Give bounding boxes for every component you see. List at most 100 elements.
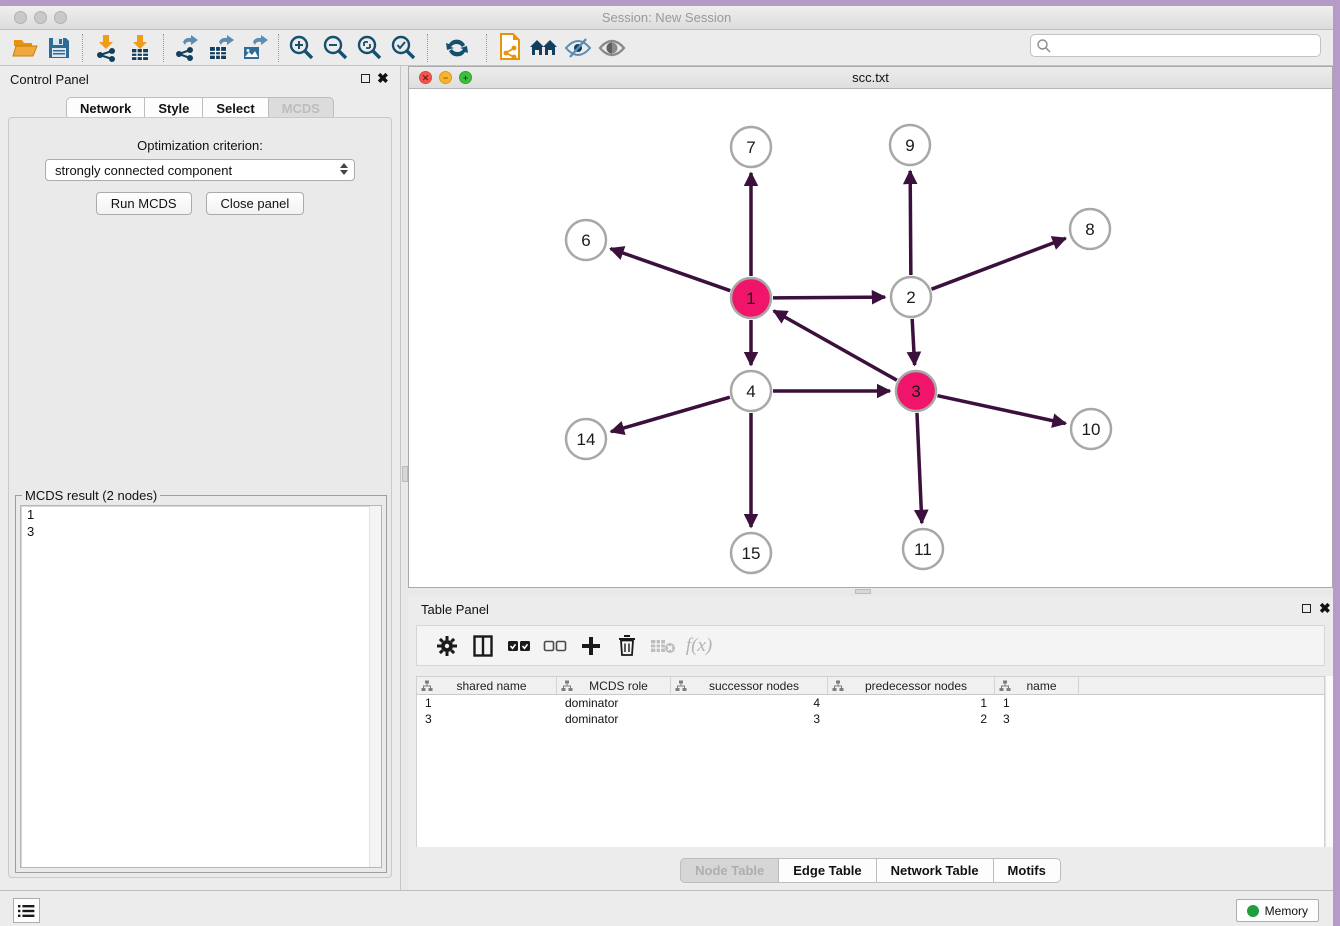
first-neighbors-icon[interactable] xyxy=(527,33,561,63)
mcds-panel: Optimization criterion: strongly connect… xyxy=(8,117,392,878)
close-panel-button[interactable]: Close panel xyxy=(206,192,305,215)
select-all-rows-icon[interactable] xyxy=(501,630,537,662)
task-history-button[interactable] xyxy=(13,898,40,923)
optimization-criterion-dropdown[interactable]: strongly connected component xyxy=(45,159,355,181)
table-toolbar: f(x) xyxy=(416,625,1325,666)
mcds-result-group: MCDS result (2 nodes) 13 xyxy=(15,495,387,873)
table-row[interactable]: 3dominator323 xyxy=(417,711,1324,727)
create-column-icon[interactable] xyxy=(573,630,609,662)
graph-node-label-6: 6 xyxy=(581,231,590,250)
import-table-icon[interactable] xyxy=(123,33,157,63)
zoom-in-icon[interactable] xyxy=(285,33,319,63)
status-bar: Memory xyxy=(0,890,1333,926)
table-cell[interactable]: 2 xyxy=(828,711,995,727)
apply-layout-refresh-icon[interactable] xyxy=(440,33,474,63)
table-tabstrip: Node TableEdge TableNetwork TableMotifs xyxy=(408,858,1333,883)
tab-network-table[interactable]: Network Table xyxy=(876,858,993,883)
graph-node-label-3: 3 xyxy=(911,382,920,401)
table-cell[interactable]: 3 xyxy=(671,711,828,727)
search-input[interactable] xyxy=(1052,35,1320,56)
table-panel-float-icon[interactable] xyxy=(1302,604,1311,613)
search-icon xyxy=(1036,38,1052,54)
delete-columns-trash-icon[interactable] xyxy=(609,630,645,662)
table-cell[interactable]: 3 xyxy=(995,711,1079,727)
export-image-icon[interactable] xyxy=(238,33,272,63)
export-network-icon[interactable] xyxy=(170,33,204,63)
export-table-icon[interactable] xyxy=(204,33,238,63)
tab-edge-table[interactable]: Edge Table xyxy=(778,858,875,883)
graph-node-label-2: 2 xyxy=(906,288,915,307)
save-session-icon[interactable] xyxy=(42,33,76,63)
graph-edge-3-11[interactable] xyxy=(917,413,922,523)
optimization-criterion-label: Optimization criterion: xyxy=(9,138,391,153)
show-column-icon[interactable] xyxy=(465,630,501,662)
show-graphics-details-icon[interactable] xyxy=(595,33,629,63)
column-header-MCDS-role[interactable]: MCDS role xyxy=(557,677,671,694)
zoom-fit-icon[interactable] xyxy=(353,33,387,63)
result-scrollbar[interactable] xyxy=(369,506,381,867)
toolbar-separator xyxy=(278,34,279,62)
network-canvas[interactable]: 7968124314101511 xyxy=(409,89,1332,587)
graph-edge-1-2[interactable] xyxy=(773,297,885,298)
node-table: shared nameMCDS rolesuccessor nodesprede… xyxy=(416,676,1325,847)
open-session-icon[interactable] xyxy=(8,33,42,63)
tab-node-table[interactable]: Node Table xyxy=(680,858,778,883)
new-network-from-selection-icon[interactable] xyxy=(493,33,527,63)
graph-node-label-8: 8 xyxy=(1085,220,1094,239)
dropdown-value: strongly connected component xyxy=(55,163,232,178)
graph-edge-4-14[interactable] xyxy=(611,397,730,432)
column-header-predecessor-nodes[interactable]: predecessor nodes xyxy=(828,677,995,694)
column-header-name[interactable]: name xyxy=(995,677,1079,694)
graph-node-label-4: 4 xyxy=(746,382,755,401)
import-network-icon[interactable] xyxy=(89,33,123,63)
control-panel-title: Control Panel xyxy=(10,72,89,87)
table-row[interactable]: 1dominator411 xyxy=(417,695,1324,711)
tab-motifs[interactable]: Motifs xyxy=(993,858,1061,883)
table-options-gear-icon[interactable] xyxy=(429,630,465,662)
graph-edge-2-8[interactable] xyxy=(932,238,1066,289)
splitter-grip[interactable] xyxy=(855,589,871,594)
main-titlebar: Session: New Session xyxy=(0,6,1333,30)
memory-button[interactable]: Memory xyxy=(1236,899,1319,922)
zoom-out-icon[interactable] xyxy=(319,33,353,63)
table-cell[interactable]: 1 xyxy=(995,695,1079,711)
table-cell[interactable]: dominator xyxy=(557,695,671,711)
main-toolbar xyxy=(0,30,1333,66)
clear-selection-icon[interactable] xyxy=(537,630,573,662)
run-mcds-button[interactable]: Run MCDS xyxy=(96,192,192,215)
column-type-icon xyxy=(421,680,433,692)
table-panel-close-icon[interactable]: ✖ xyxy=(1319,599,1331,617)
vertical-splitter[interactable] xyxy=(400,66,408,890)
table-cell[interactable]: 3 xyxy=(417,711,557,727)
graph-edge-1-6[interactable] xyxy=(611,249,731,291)
network-window-title: scc.txt xyxy=(409,70,1332,85)
table-scrollbar[interactable] xyxy=(1325,676,1333,847)
column-header-shared-name[interactable]: shared name xyxy=(417,677,557,694)
network-graph: 7968124314101511 xyxy=(409,89,1332,587)
table-cell[interactable]: 4 xyxy=(671,695,828,711)
table-cell[interactable]: 1 xyxy=(828,695,995,711)
table-cell[interactable]: 1 xyxy=(417,695,557,711)
mcds-result-title: MCDS result (2 nodes) xyxy=(22,488,160,503)
toolbar-separator xyxy=(82,34,83,62)
hide-graphics-details-icon[interactable] xyxy=(561,33,595,63)
graph-edge-2-9[interactable] xyxy=(910,171,911,275)
table-cell[interactable]: dominator xyxy=(557,711,671,727)
graph-node-label-14: 14 xyxy=(577,430,596,449)
control-panel-float-icon[interactable] xyxy=(361,74,370,83)
dropdown-chevrons-icon xyxy=(340,163,348,175)
network-view-window: ✕ − + scc.txt 7968124314101511 xyxy=(408,66,1333,588)
table-panel-title: Table Panel xyxy=(421,602,489,617)
column-type-icon xyxy=(832,680,844,692)
column-header-successor-nodes[interactable]: successor nodes xyxy=(671,677,828,694)
table-header-row: shared nameMCDS rolesuccessor nodesprede… xyxy=(417,677,1324,695)
graph-edge-2-3[interactable] xyxy=(912,319,914,365)
graph-edge-3-1[interactable] xyxy=(774,311,897,380)
network-window-titlebar[interactable]: ✕ − + scc.txt xyxy=(409,67,1332,89)
search-box[interactable] xyxy=(1030,34,1321,57)
horizontal-splitter[interactable] xyxy=(408,588,1333,596)
graph-edge-3-10[interactable] xyxy=(937,396,1065,424)
zoom-selected-icon[interactable] xyxy=(387,33,421,63)
mcds-result-textarea[interactable]: 13 xyxy=(20,505,382,868)
control-panel-close-icon[interactable]: ✖ xyxy=(377,69,389,87)
